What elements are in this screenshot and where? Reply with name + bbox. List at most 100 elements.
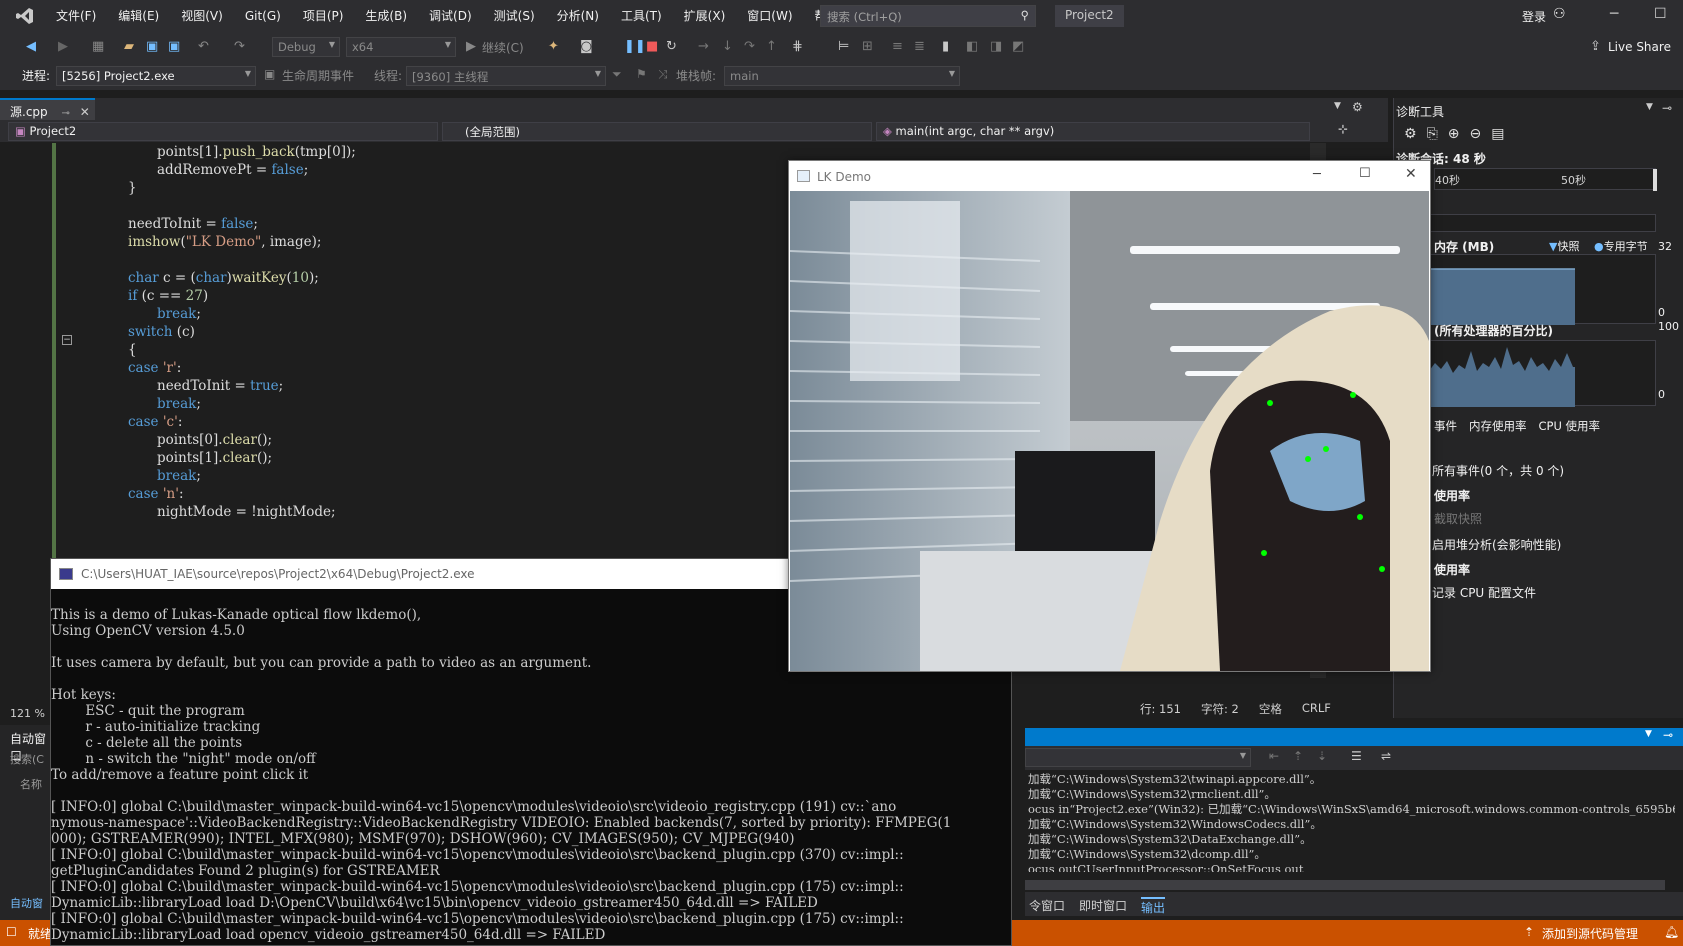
zoom-in-icon[interactable]: ⊕ <box>1448 126 1460 142</box>
output-menu-icon[interactable]: ▼ <box>1645 729 1652 739</box>
output-pin-icon[interactable]: ⊸ <box>1663 728 1673 742</box>
step-over-icon[interactable]: ↷ <box>744 39 755 54</box>
feature-point[interactable] <box>1357 514 1363 520</box>
visual-studio-logo-icon[interactable] <box>14 5 36 27</box>
clear-bookmark-icon[interactable]: ◩ <box>1012 39 1024 54</box>
menu-item-10[interactable]: 扩展(X) <box>674 0 738 32</box>
close-tab-icon[interactable]: ✕ <box>80 105 90 119</box>
uncomment-icon[interactable]: ≣ <box>914 39 925 54</box>
tab-command-window[interactable]: 令窗口 <box>1029 897 1065 916</box>
lk-demo-window[interactable]: LK Demo ─ ☐ ✕ <box>788 160 1431 672</box>
config-dropdown[interactable]: Debug ▼ <box>272 37 340 57</box>
tab-immediate-window[interactable]: 即时窗口 <box>1079 897 1127 916</box>
process-dropdown[interactable]: [5256] Project2.exe ▼ <box>56 66 256 86</box>
new-project-icon[interactable]: ▦ <box>92 39 104 54</box>
user-icon[interactable]: ⚇ <box>1553 6 1566 22</box>
hot-reload-icon[interactable]: ✦ <box>548 39 559 54</box>
continue-icon[interactable]: ▶ <box>466 39 476 54</box>
menu-item-9[interactable]: 工具(T) <box>611 0 674 32</box>
next-bookmark-icon[interactable]: ◨ <box>990 39 1002 54</box>
feature-point[interactable] <box>1350 392 1356 398</box>
flag-icon[interactable]: ⚑ <box>636 67 647 81</box>
menu-item-11[interactable]: 窗口(W) <box>737 0 804 32</box>
zoom-level[interactable]: 121 % <box>10 707 45 720</box>
back-icon[interactable]: ◀ <box>26 39 36 54</box>
open-folder-icon[interactable]: ▰ <box>124 39 134 54</box>
live-share-button[interactable]: Live Share <box>1608 40 1671 54</box>
restart-icon[interactable]: ↻ <box>666 39 677 54</box>
merge-icon[interactable]: ⤨ <box>658 67 668 82</box>
output-text[interactable]: 加载“C:\Windows\System32\twinapi.appcore.d… <box>1025 772 1675 872</box>
show-next-statement-icon[interactable]: → <box>698 39 709 54</box>
prev-bookmark-icon[interactable]: ◧ <box>966 39 978 54</box>
save-icon[interactable]: ▣ <box>146 39 158 54</box>
lifecycle-events-icon[interactable]: ▣ <box>264 67 275 81</box>
word-wrap-icon[interactable]: ⇌ <box>1381 749 1391 763</box>
comment-icon[interactable]: ≡ <box>892 39 903 54</box>
split-editor-icon[interactable]: ⊹ <box>1338 122 1348 136</box>
filter-icon[interactable]: ⏷ <box>612 67 622 82</box>
search-input[interactable]: 搜索 (Ctrl+Q) ⚲ <box>820 5 1036 27</box>
menu-item-5[interactable]: 生成(B) <box>355 0 419 32</box>
line-ending[interactable]: CRLF <box>1302 701 1331 717</box>
continue-button[interactable]: 继续(C) <box>482 39 524 56</box>
timeline-cursor[interactable] <box>1653 169 1657 191</box>
tab-events[interactable]: 事件 <box>1434 418 1457 434</box>
find-icon[interactable]: ⇤ <box>1269 749 1279 763</box>
login-button[interactable]: 登录 <box>1522 8 1546 25</box>
undo-icon[interactable]: ↶ <box>198 39 209 54</box>
panel-menu-icon[interactable]: ▼ <box>1646 102 1653 112</box>
stack-frame-dropdown[interactable]: main ▼ <box>724 66 960 86</box>
tab-output[interactable]: 输出 <box>1141 897 1166 916</box>
save-all-icon[interactable]: ▣ <box>168 39 180 54</box>
zoom-out-icon[interactable]: ⊖ <box>1470 126 1482 142</box>
step-into-icon[interactable]: ↓ <box>722 39 733 54</box>
lk-demo-title-bar[interactable]: LK Demo ─ ☐ ✕ <box>789 161 1430 191</box>
breakpoints-icon[interactable]: ⋕ <box>792 39 803 54</box>
feature-point[interactable] <box>1323 446 1329 452</box>
step-out-icon[interactable]: ↑ <box>766 39 777 54</box>
stack-icon[interactable]: ⊞ <box>862 39 873 54</box>
menu-item-8[interactable]: 分析(N) <box>547 0 611 32</box>
goto-next-icon[interactable]: ⇣ <box>1317 749 1327 763</box>
scope-nav-dropdown[interactable]: (全局范围) <box>442 122 872 141</box>
take-snapshot-button[interactable]: 截取快照 <box>1434 510 1482 527</box>
add-to-source-control-button[interactable]: 添加到源代码管理 <box>1542 925 1638 942</box>
thread-icon[interactable]: ⊨ <box>838 39 849 54</box>
lk-close-icon[interactable]: ✕ <box>1405 166 1417 182</box>
clear-all-icon[interactable]: ☰ <box>1351 749 1362 763</box>
redo-icon[interactable]: ↷ <box>234 39 245 54</box>
stop-icon[interactable]: ■ <box>646 39 658 54</box>
lk-maximize-icon[interactable]: ☐ <box>1359 166 1371 181</box>
lk-minimize-icon[interactable]: ─ <box>1313 167 1321 182</box>
tab-source-cpp[interactable]: 源.cpp ⊸ ✕ <box>0 98 95 120</box>
bookmark-icon[interactable]: ▮ <box>942 39 949 54</box>
forward-icon[interactable]: ▶ <box>58 39 68 54</box>
autos-tab[interactable]: 自动窗 <box>10 895 43 911</box>
settings-icon[interactable]: ⚙ <box>1404 126 1417 142</box>
autos-search[interactable]: 搜索(C <box>10 751 44 767</box>
tab-cpu-usage[interactable]: CPU 使用率 <box>1539 418 1601 434</box>
report-icon[interactable]: ▤ <box>1491 126 1504 142</box>
menu-item-7[interactable]: 测试(S) <box>484 0 547 32</box>
feature-point[interactable] <box>1379 566 1385 572</box>
project-nav-dropdown[interactable]: ▣ Project2 <box>8 122 438 141</box>
timeline-ruler[interactable]: 40秒 50秒 <box>1434 168 1657 191</box>
menu-item-6[interactable]: 调试(D) <box>419 0 484 32</box>
screenshot-icon[interactable]: ◙ <box>580 39 593 54</box>
minimize-icon[interactable]: ─ <box>1610 6 1618 22</box>
function-nav-dropdown[interactable]: ◈ main(int argc, char ** argv) <box>876 122 1310 141</box>
export-icon[interactable]: ⎘ <box>1427 126 1438 142</box>
platform-dropdown[interactable]: x64 ▼ <box>346 37 456 57</box>
tab-memory-usage[interactable]: 内存使用率 <box>1469 418 1527 434</box>
settings-gear-icon[interactable]: ⚙ <box>1352 100 1363 114</box>
heap-profiling-checkbox[interactable]: 启用堆分析(会影响性能) <box>1432 536 1561 553</box>
whitespace-mode[interactable]: 空格 <box>1259 701 1282 717</box>
pin-icon[interactable]: ⊸ <box>61 108 69 119</box>
feature-point[interactable] <box>1267 400 1273 406</box>
pin-panel-icon[interactable]: ⊸ <box>1662 101 1672 115</box>
pause-icon[interactable]: ❚❚ <box>624 39 646 54</box>
menu-item-4[interactable]: 项目(P) <box>293 0 356 32</box>
thread-dropdown[interactable]: [9360] 主线程 ▼ <box>406 66 606 86</box>
notification-icon[interactable]: 🔔︎ <box>1664 925 1679 939</box>
